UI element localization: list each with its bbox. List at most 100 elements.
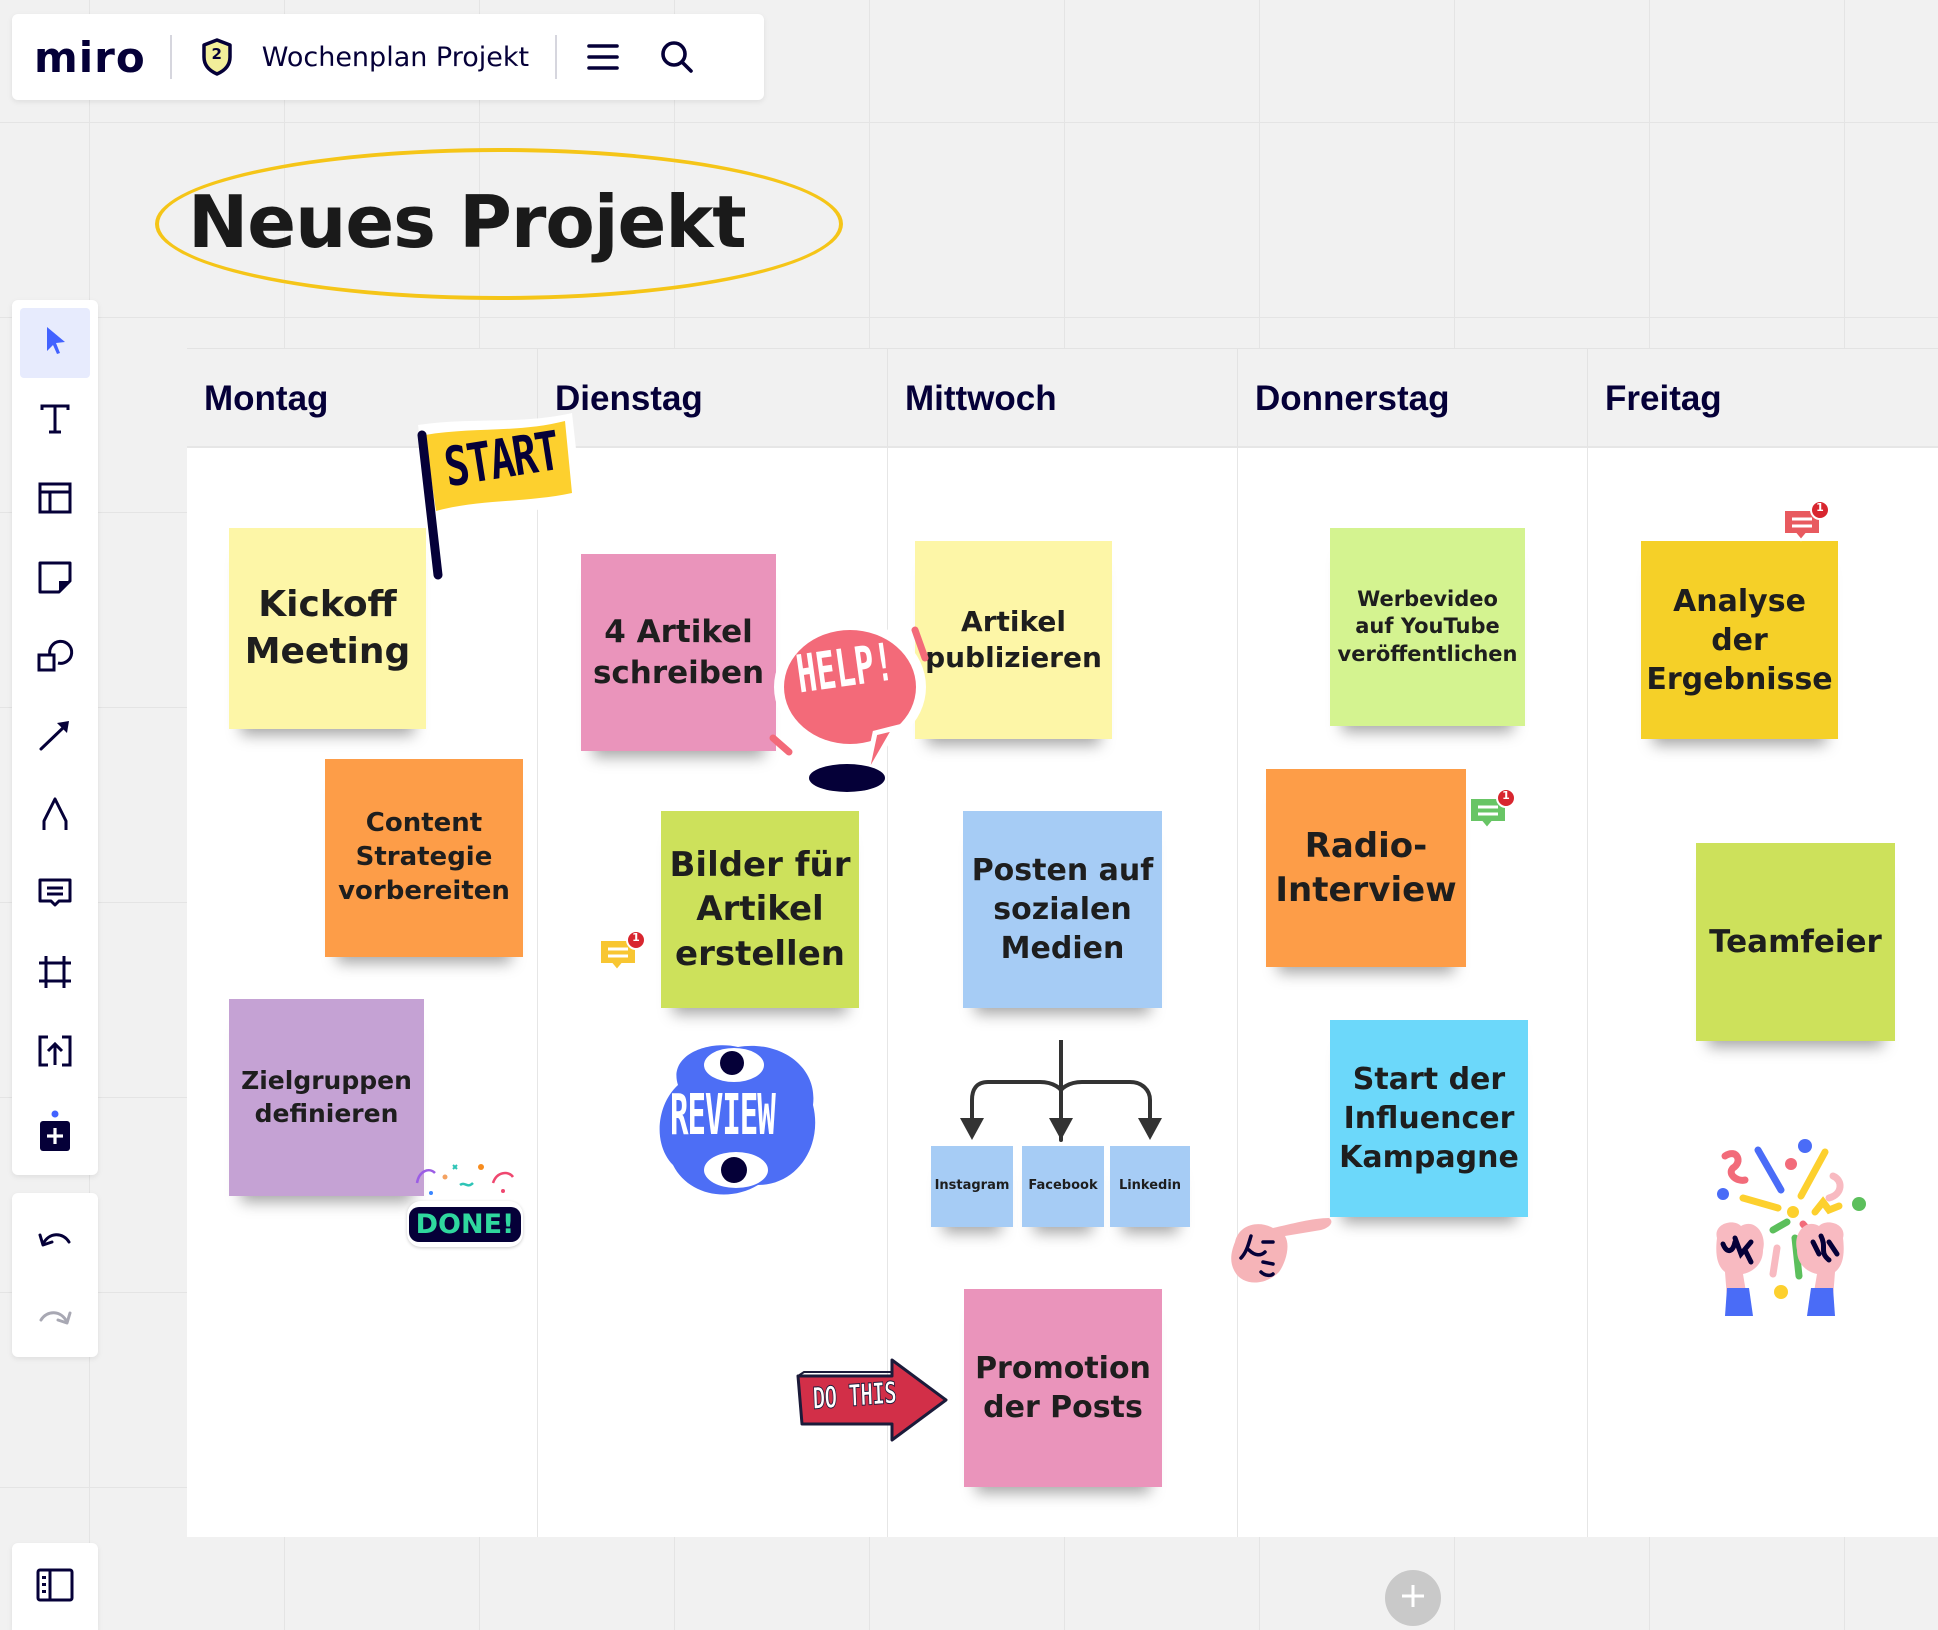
frame-icon [36, 953, 74, 995]
sticky-text: Start der Influencer Kampagne [1339, 1062, 1519, 1175]
sticky-note-small[interactable]: Linkedin [1110, 1146, 1190, 1227]
comment-badge[interactable]: 1 [1468, 788, 1516, 832]
comment-icon [37, 875, 73, 915]
sticker-text: DONE! [415, 1208, 515, 1240]
undo-button[interactable] [20, 1205, 90, 1275]
sticky-text: Werbevideo auf YouTube veröffentlichen [1337, 587, 1518, 666]
undo-icon [37, 1226, 73, 1254]
do-this-sticker[interactable]: DO THIS [792, 1358, 950, 1444]
sticky-text: Analyse der Ergebnisse [1646, 583, 1833, 697]
column-title: Montag [204, 379, 329, 418]
add-apps-icon [37, 1110, 73, 1154]
tool-frame[interactable] [20, 939, 90, 1009]
tool-comment[interactable] [20, 860, 90, 930]
sticky-text: Facebook [1028, 1178, 1098, 1194]
tool-sticky-note[interactable] [20, 544, 90, 614]
comment-count: 1 [632, 931, 640, 944]
sticky-text: Linkedin [1118, 1178, 1182, 1194]
miro-logo[interactable]: miro [34, 33, 146, 82]
branch-connector-arrows[interactable] [950, 1040, 1180, 1150]
sticky-note[interactable]: Artikel publizieren [915, 541, 1112, 739]
text-icon [38, 402, 72, 440]
sticky-text: Promotion der Posts [975, 1351, 1151, 1425]
column-header-tuesday[interactable]: Dienstag [538, 349, 888, 448]
column-header-wednesday[interactable]: Mittwoch [888, 349, 1238, 448]
sidebar-panel-button[interactable] [12, 1543, 98, 1630]
plan-badge-number: 2 [211, 45, 222, 63]
sticky-text: Posten auf sozialen Medien [971, 853, 1154, 966]
pen-icon [38, 795, 72, 837]
sticky-note[interactable]: Radio- Interview [1266, 769, 1466, 967]
column-title: Donnerstag [1255, 379, 1450, 418]
sticky-note[interactable]: 4 Artikel schreiben [581, 554, 776, 751]
start-flag-sticker[interactable]: START [400, 405, 585, 580]
undo-redo-panel [12, 1193, 98, 1357]
column-title: Freitag [1605, 379, 1722, 418]
plus-icon [1399, 1582, 1427, 1614]
pointing-hand-sticker[interactable] [1225, 1212, 1335, 1292]
tool-text[interactable] [20, 386, 90, 456]
tool-shapes[interactable] [20, 623, 90, 693]
column-divider [1237, 448, 1238, 1537]
sticky-note[interactable]: Bilder für Artikel erstellen [661, 811, 859, 1008]
column-header-thursday[interactable]: Donnerstag [1238, 349, 1588, 448]
column-divider [537, 448, 538, 1537]
column-header-friday[interactable]: Freitag [1588, 349, 1938, 448]
tool-connection-line[interactable] [20, 702, 90, 772]
arrow-icon [37, 717, 73, 757]
sticky-note[interactable]: Start der Influencer Kampagne [1330, 1020, 1528, 1217]
sticky-text: Kickoff Meeting [244, 583, 411, 672]
sticky-note[interactable]: Posten auf sozialen Medien [963, 811, 1162, 1008]
left-toolbar [12, 300, 98, 1175]
done-sticker[interactable]: DONE! [405, 1155, 525, 1250]
sticky-text: Radio- Interview [1275, 825, 1457, 910]
column-title: Mittwoch [905, 379, 1057, 418]
tool-templates[interactable] [20, 465, 90, 535]
comment-count: 1 [1502, 789, 1510, 802]
sidebar-panel-icon [35, 1567, 75, 1607]
redo-button[interactable] [20, 1283, 90, 1353]
sticky-note[interactable]: Werbevideo auf YouTube veröffentlichen [1330, 528, 1525, 726]
sticky-note[interactable]: Kickoff Meeting [229, 528, 426, 729]
celebration-sticker[interactable] [1703, 1138, 1883, 1318]
comment-badge[interactable]: 1 [1782, 500, 1830, 544]
column-divider [1587, 448, 1588, 1537]
add-row-button[interactable] [1385, 1570, 1441, 1626]
board-name[interactable]: Wochenplan Projekt [262, 42, 529, 73]
review-sticker[interactable]: REVIEW [648, 1035, 823, 1205]
top-bar: miro 2 Wochenplan Projekt [12, 14, 764, 100]
comment-badge[interactable]: 1 [598, 930, 646, 974]
sticky-note[interactable]: Teamfeier [1696, 843, 1895, 1041]
tool-upload[interactable] [20, 1018, 90, 1088]
sticky-text: Content Strategie vorbereiten [338, 808, 510, 906]
sticky-note[interactable]: Analyse der Ergebnisse [1641, 541, 1838, 739]
sticky-text: Zielgruppen definieren [241, 1066, 412, 1128]
sticky-note-icon [37, 559, 73, 599]
sticky-text: Teamfeier [1709, 923, 1882, 960]
tool-more-apps[interactable] [20, 1097, 90, 1167]
sticky-note-small[interactable]: Facebook [1022, 1146, 1104, 1227]
help-sticker[interactable]: HELP! [755, 608, 940, 793]
board-heading[interactable]: Neues Projekt [188, 180, 747, 264]
tool-pen[interactable] [20, 781, 90, 851]
sticker-text: DO THIS [812, 1375, 898, 1417]
topbar-divider [169, 35, 172, 79]
search-icon[interactable] [657, 37, 697, 77]
topbar-divider [555, 35, 558, 79]
sticky-note[interactable]: Promotion der Posts [964, 1289, 1162, 1487]
templates-icon [37, 480, 73, 520]
sticker-text: REVIEW [670, 1083, 776, 1148]
upload-icon [37, 1033, 73, 1073]
shapes-icon [36, 638, 74, 678]
comment-count: 1 [1816, 501, 1824, 514]
sticky-text: Artikel publizieren [925, 604, 1102, 674]
tool-select[interactable] [20, 308, 90, 378]
sticky-note[interactable]: Zielgruppen definieren [229, 999, 424, 1196]
shield-badge-icon[interactable]: 2 [198, 37, 236, 77]
sticky-note[interactable]: Content Strategie vorbereiten [325, 759, 523, 957]
sticky-text: 4 Artikel schreiben [592, 614, 765, 691]
menu-icon[interactable] [583, 37, 623, 77]
cursor-icon [40, 324, 70, 362]
redo-icon [37, 1304, 73, 1332]
sticky-note-small[interactable]: Instagram [931, 1146, 1013, 1227]
